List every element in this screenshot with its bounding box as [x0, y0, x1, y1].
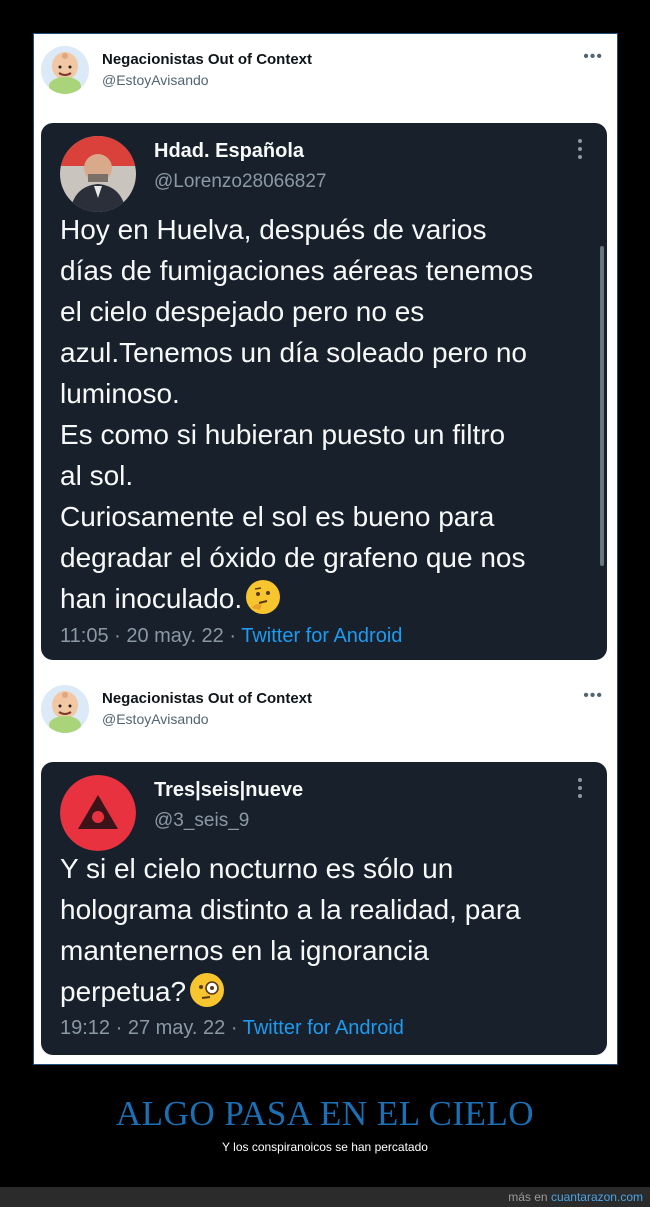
embedded-author-handle[interactable]: @Lorenzo28066827	[154, 171, 326, 193]
tweet-meta: 11:05 · 20 may. 22 · Twitter for Android	[60, 625, 402, 648]
footer-site-link[interactable]: cuantarazon.com	[551, 1190, 643, 1204]
tweet-source-link[interactable]: Twitter for Android	[243, 1017, 404, 1039]
avatar[interactable]	[41, 685, 89, 733]
ellipsis-icon[interactable]: •••	[583, 687, 603, 705]
tweet-timestamp: 19:12 · 27 may. 22 ·	[60, 1017, 243, 1039]
meme-subtitle: Y los conspiranoicos se han percatado	[222, 1140, 428, 1154]
embedded-author-name[interactable]: Hdad. Española	[154, 140, 304, 163]
thinking-face-emoji-icon	[246, 580, 281, 614]
bald-monk-avatar-icon	[41, 46, 89, 94]
author-handle[interactable]: @EstoyAvisando	[102, 72, 209, 88]
post-header: Negacionistas Out of Context @EstoyAvisa…	[34, 34, 617, 104]
embedded-tweet[interactable]: Hdad. Española @Lorenzo28066827 Hoy en H…	[41, 123, 607, 660]
ellipsis-icon[interactable]: •••	[583, 48, 603, 66]
meme-title: ALGO PASA EN EL CIELO	[115, 1094, 535, 1133]
author-handle[interactable]: @EstoyAvisando	[102, 711, 209, 727]
tweet-text-content: Hoy en Huelva, después de varios días de…	[60, 214, 534, 614]
tweet-meta: 19:12 · 27 may. 22 · Twitter for Android	[60, 1017, 404, 1040]
tweet-text: Hoy en Huelva, después de varios días de…	[60, 209, 600, 619]
bald-monk-avatar-icon	[41, 685, 89, 733]
avatar[interactable]	[41, 46, 89, 94]
vertical-ellipsis-icon[interactable]	[577, 139, 583, 163]
tweet-timestamp: 11:05 · 20 may. 22 ·	[60, 625, 242, 647]
person-photo-avatar-icon	[60, 136, 136, 212]
footer-prefix: más en	[508, 1190, 551, 1204]
footer-bar: más en cuantarazon.com	[0, 1187, 650, 1207]
post-header: Negacionistas Out of Context @EstoyAvisa…	[34, 673, 617, 743]
face-with-monocle-emoji-icon	[190, 973, 225, 1007]
author-name[interactable]: Negacionistas Out of Context	[102, 51, 312, 68]
avatar[interactable]	[60, 136, 136, 212]
author-name[interactable]: Negacionistas Out of Context	[102, 690, 312, 707]
embedded-author-handle[interactable]: @3_seis_9	[154, 810, 249, 832]
embedded-author-name[interactable]: Tres|seis|nueve	[154, 779, 303, 802]
triangle-logo-avatar-icon	[60, 775, 136, 851]
vertical-ellipsis-icon[interactable]	[577, 778, 583, 802]
tweet-text: Y si el cielo nocturno es sólo un hologr…	[60, 848, 600, 1012]
embedded-tweet[interactable]: Tres|seis|nueve @3_seis_9 Y si el cielo …	[41, 762, 607, 1055]
avatar[interactable]	[60, 775, 136, 851]
tweet-text-content: Y si el cielo nocturno es sólo un hologr…	[60, 853, 521, 1007]
tweet-source-link[interactable]: Twitter for Android	[241, 625, 402, 647]
meme-frame: Negacionistas Out of Context @EstoyAvisa…	[33, 33, 618, 1065]
scrollbar[interactable]	[600, 246, 604, 566]
